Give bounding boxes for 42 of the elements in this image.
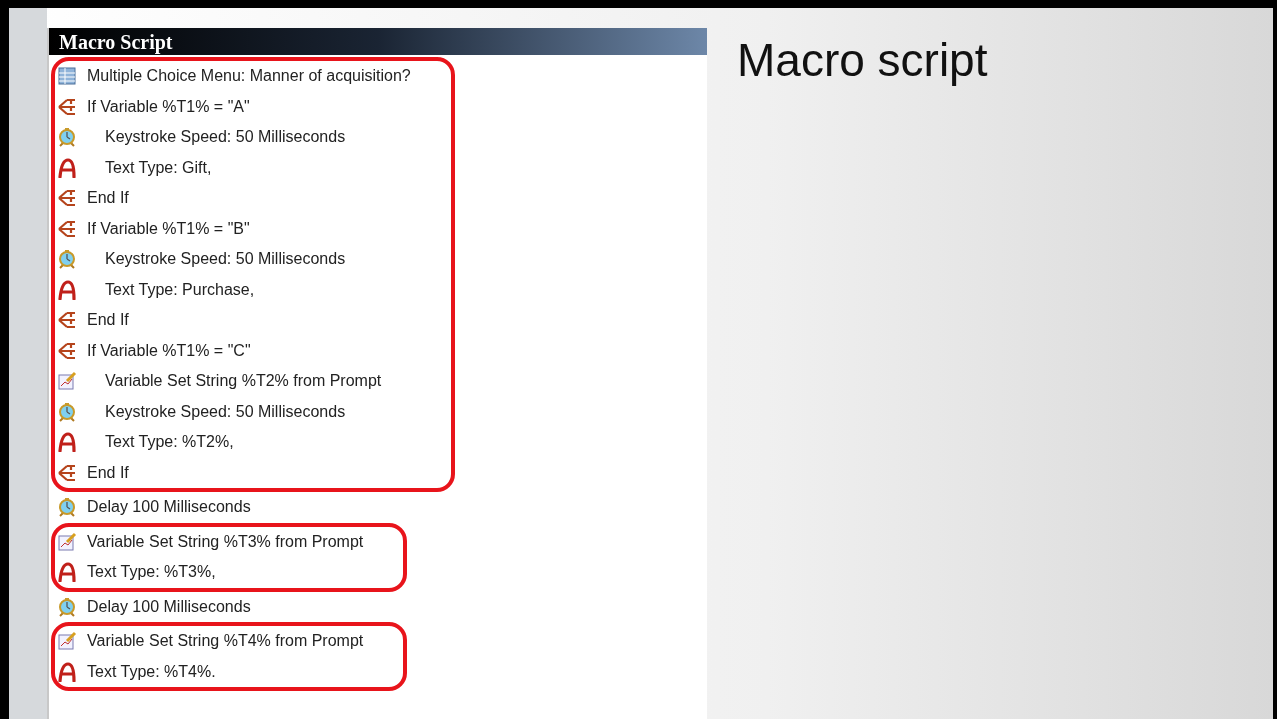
letter-a-icon <box>57 157 77 178</box>
branch-icon <box>57 462 77 483</box>
stopwatch-icon <box>57 401 77 422</box>
stopwatch-icon <box>57 127 77 148</box>
slide-title: Macro script <box>737 33 989 88</box>
script-step[interactable]: Keystroke Speed: 50 Milliseconds <box>87 247 346 272</box>
pencil-chart-icon <box>57 631 77 652</box>
script-step[interactable]: Text Type: %T4%. <box>87 659 216 684</box>
script-step[interactable]: Delay 100 Milliseconds <box>87 594 251 619</box>
script-step[interactable]: Keystroke Speed: 50 Milliseconds <box>87 125 346 150</box>
table-icon <box>57 66 77 87</box>
pencil-chart-icon <box>57 531 77 552</box>
stopwatch-icon <box>57 497 77 518</box>
stopwatch-icon <box>57 249 77 270</box>
branch-icon <box>57 188 77 209</box>
script-step[interactable]: End If <box>87 460 129 485</box>
script-step[interactable]: Text Type: %T3%, <box>87 560 216 585</box>
script-step[interactable]: Multiple Choice Menu: Manner of acquisition? <box>87 64 411 89</box>
stopwatch-icon <box>57 596 77 617</box>
pencil-chart-icon <box>57 371 77 392</box>
branch-icon <box>57 340 77 361</box>
branch-icon <box>57 310 77 331</box>
panel-title: Macro Script <box>49 28 707 55</box>
branch-icon <box>57 218 77 239</box>
script-step[interactable]: If Variable %T1% = "B" <box>87 216 250 241</box>
script-step[interactable]: End If <box>87 308 129 333</box>
script-step[interactable]: Text Type: %T2%, <box>87 430 234 455</box>
script-step[interactable]: Variable Set String %T4% from Prompt <box>87 629 364 654</box>
letter-a-icon <box>57 661 77 682</box>
script-step[interactable]: Variable Set String %T2% from Prompt <box>87 369 382 394</box>
branch-icon <box>57 96 77 117</box>
script-step[interactable]: If Variable %T1% = "C" <box>87 338 251 363</box>
script-step[interactable]: Keystroke Speed: 50 Milliseconds <box>87 399 346 424</box>
script-step[interactable]: Text Type: Purchase, <box>87 277 255 302</box>
letter-a-icon <box>57 562 77 583</box>
script-step[interactable]: Delay 100 Milliseconds <box>87 495 251 520</box>
script-step[interactable]: If Variable %T1% = "A" <box>87 94 250 119</box>
letter-a-icon <box>57 432 77 453</box>
script-step[interactable]: End If <box>87 186 129 211</box>
script-step[interactable]: Text Type: Gift, <box>87 155 212 180</box>
script-step[interactable]: Variable Set String %T3% from Prompt <box>87 529 364 554</box>
letter-a-icon <box>57 279 77 300</box>
